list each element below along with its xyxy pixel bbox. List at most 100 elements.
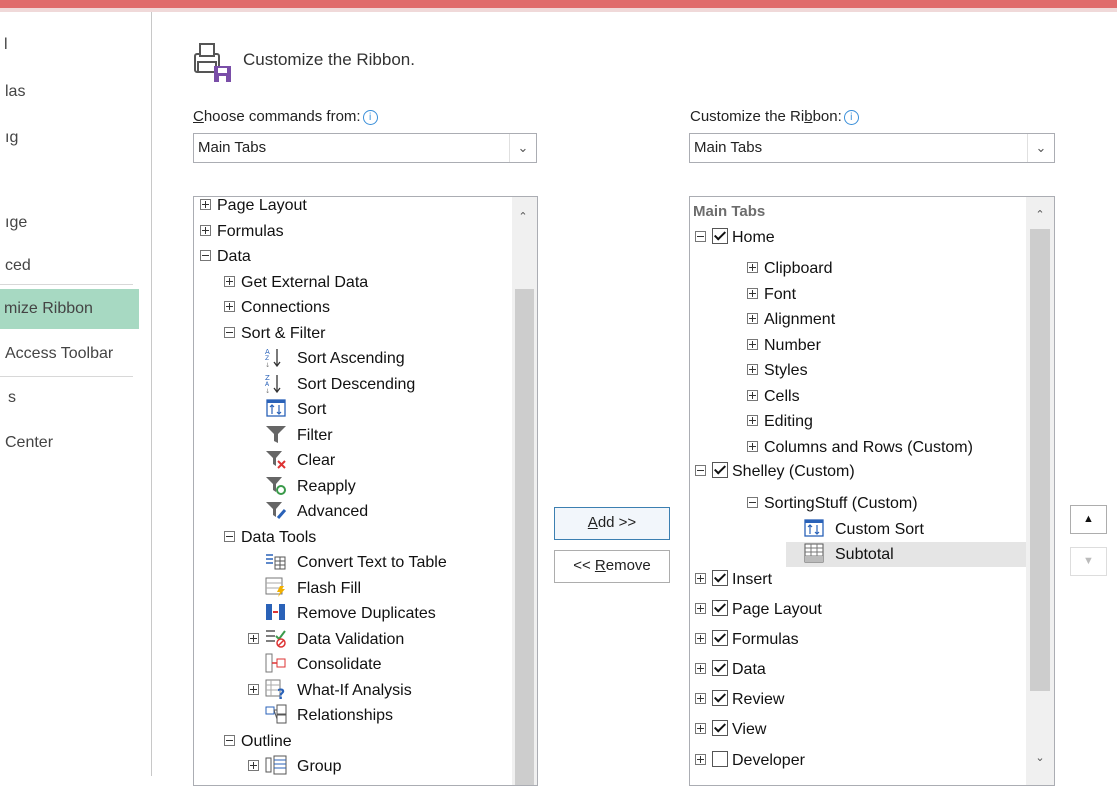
command-list-item[interactable]: Data	[200, 244, 251, 269]
ribbon-tree-item[interactable]: Home	[695, 225, 775, 250]
expand-icon[interactable]	[747, 288, 758, 299]
move-down-button[interactable]: ▼	[1070, 547, 1107, 576]
chevron-down-icon[interactable]: ⌄	[509, 134, 536, 162]
expand-icon[interactable]	[695, 754, 706, 765]
move-up-button[interactable]: ▲	[1070, 505, 1107, 534]
expand-icon[interactable]	[695, 693, 706, 704]
nav-item-proofing[interactable]: ıg	[5, 118, 139, 158]
customize-ribbon-dropdown[interactable]: Main Tabs ⌄	[689, 133, 1055, 163]
ribbon-tree-item[interactable]: Developer	[695, 748, 805, 773]
collapse-icon[interactable]	[200, 250, 211, 261]
command-list-item[interactable]: Filter	[248, 423, 333, 448]
tab-checkbox[interactable]	[712, 690, 728, 706]
ribbon-tree-item[interactable]: Formulas	[695, 627, 799, 652]
nav-item-formulas[interactable]: las	[5, 72, 139, 112]
expand-icon[interactable]	[695, 723, 706, 734]
nav-item-add-ins[interactable]: s	[8, 378, 139, 418]
command-list-item[interactable]: Flash Fill	[248, 576, 361, 601]
tab-checkbox[interactable]	[712, 228, 728, 244]
expand-icon[interactable]	[695, 663, 706, 674]
command-list-item[interactable]: Sort	[248, 397, 326, 422]
commands-list-scrollbar[interactable]: ⌃	[512, 197, 537, 785]
ribbon-tree-item[interactable]: Editing	[747, 409, 813, 434]
command-list-item[interactable]: Reapply	[248, 474, 356, 499]
nav-item-advanced[interactable]: ced	[5, 246, 139, 286]
ribbon-tree-scrollbar[interactable]: ⌃ ⌄	[1026, 197, 1054, 785]
tab-checkbox[interactable]	[712, 462, 728, 478]
scroll-up-icon[interactable]: ⌃	[1026, 205, 1054, 225]
command-list-item[interactable]: Page Layout	[200, 197, 307, 218]
ribbon-tree-item[interactable]: Subtotal	[786, 542, 1026, 567]
ribbon-tree-item[interactable]: Page Layout	[695, 597, 822, 622]
ribbon-tree-item[interactable]: Columns and Rows (Custom)	[747, 435, 973, 460]
expand-icon[interactable]	[200, 199, 211, 210]
collapse-icon[interactable]	[747, 497, 758, 508]
nav-item-trust-center[interactable]: Center	[5, 423, 139, 463]
collapse-icon[interactable]	[695, 231, 706, 242]
command-list-item[interactable]: Clear	[248, 448, 335, 473]
expand-icon[interactable]	[200, 224, 211, 236]
expand-icon[interactable]	[248, 683, 259, 695]
command-list-item[interactable]: Sort & Filter	[224, 321, 325, 346]
add-button[interactable]: Add >>	[554, 507, 670, 540]
command-list-item[interactable]: Remove Duplicates	[248, 601, 436, 626]
scrollbar-thumb[interactable]	[515, 289, 534, 785]
nav-item-customize-ribbon[interactable]: mize Ribbon	[0, 289, 139, 329]
ribbon-tree-item[interactable]: Review	[695, 687, 784, 712]
scroll-up-icon[interactable]: ⌃	[512, 207, 534, 227]
tab-checkbox[interactable]	[712, 600, 728, 616]
expand-icon[interactable]	[695, 573, 706, 584]
nav-item-general[interactable]: l	[4, 25, 139, 65]
ribbon-tree-item[interactable]: View	[695, 717, 766, 742]
tab-checkbox[interactable]	[712, 720, 728, 736]
command-list-item[interactable]: Convert Text to Table	[248, 550, 447, 575]
command-list-item[interactable]: ? What-If Analysis	[248, 678, 412, 703]
command-list-item[interactable]: Z A ↓ Sort Descending	[248, 372, 415, 397]
expand-icon[interactable]	[747, 262, 758, 273]
expand-icon[interactable]	[695, 603, 706, 614]
tab-checkbox[interactable]	[712, 660, 728, 676]
expand-icon[interactable]	[747, 390, 758, 401]
ribbon-tree-item[interactable]: Styles	[747, 358, 808, 383]
command-list-item[interactable]: Data Validation	[248, 627, 404, 652]
scrollbar-thumb[interactable]	[1030, 229, 1050, 691]
ribbon-tree-item[interactable]: Custom Sort	[786, 517, 924, 542]
expand-icon[interactable]	[248, 760, 259, 771]
collapse-icon[interactable]	[695, 465, 706, 476]
collapse-icon[interactable]	[224, 734, 235, 746]
ribbon-tree-item[interactable]: Cells	[747, 384, 800, 409]
expand-icon[interactable]	[747, 339, 758, 350]
expand-icon[interactable]	[747, 364, 758, 375]
ribbon-tree-item[interactable]: Alignment	[747, 307, 835, 332]
command-list-item[interactable]: Connections	[224, 295, 330, 320]
ribbon-tree-item[interactable]: Insert	[695, 567, 772, 592]
expand-icon[interactable]	[224, 301, 235, 312]
command-list-item[interactable]: Group	[248, 754, 341, 779]
command-list-item[interactable]: Consolidate	[248, 652, 382, 677]
command-list-item[interactable]: Advanced	[248, 499, 368, 524]
commands-list[interactable]: Group Outline Relationships? What-If Analys…	[193, 196, 538, 786]
chevron-down-icon[interactable]: ⌄	[1027, 134, 1054, 162]
ribbon-tree-item[interactable]: Clipboard	[747, 256, 832, 281]
tab-checkbox[interactable]	[712, 630, 728, 646]
scroll-down-icon[interactable]: ⌄	[1026, 748, 1054, 768]
command-list-item[interactable]: A Z ↓ Sort Ascending	[248, 346, 405, 371]
ribbon-tree-item[interactable]: Font	[747, 282, 796, 307]
collapse-icon[interactable]	[224, 530, 235, 542]
tab-checkbox[interactable]	[712, 570, 728, 586]
command-list-item[interactable]: Outline	[224, 729, 292, 754]
expand-icon[interactable]	[224, 275, 235, 287]
nav-item-language[interactable]: ıge	[5, 203, 139, 243]
ribbon-tree-item[interactable]: Shelley (Custom)	[695, 459, 855, 484]
command-list-item[interactable]: Formulas	[200, 219, 284, 244]
ribbon-tree-item[interactable]: SortingStuff (Custom)	[747, 491, 918, 516]
ribbon-tree-item[interactable]: Number	[747, 333, 821, 358]
command-list-item[interactable]: Get External Data	[224, 270, 368, 295]
expand-icon[interactable]	[248, 632, 259, 644]
ribbon-tabs-tree[interactable]: Main Tabs Developer View Review Data Formula…	[689, 196, 1055, 786]
tab-checkbox[interactable]	[712, 751, 728, 767]
remove-button[interactable]: << Remove	[554, 550, 670, 583]
expand-icon[interactable]	[747, 415, 758, 426]
info-icon[interactable]: i	[843, 110, 859, 125]
choose-commands-dropdown[interactable]: Main Tabs ⌄	[193, 133, 537, 163]
